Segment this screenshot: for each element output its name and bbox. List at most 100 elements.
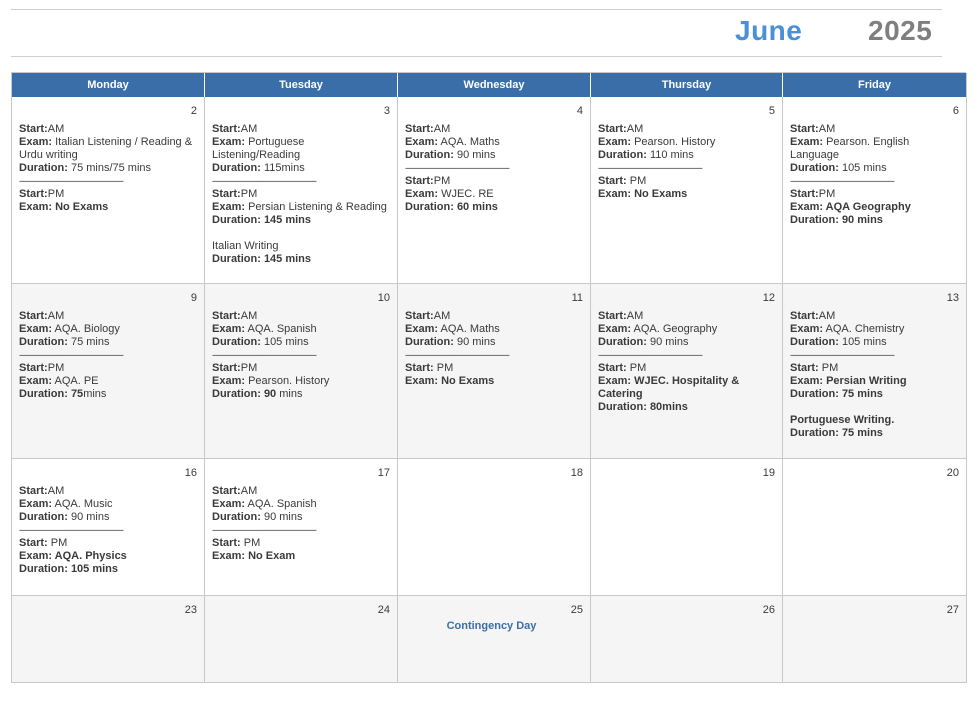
- day-cell-3[interactable]: 3 Start:AM Exam: Portuguese Listening/Read…: [205, 97, 398, 284]
- exam-detail-line: Duration: 90 mins: [212, 511, 303, 523]
- day-number: 9: [190, 292, 197, 304]
- exam-detail-line: Start: PM: [790, 362, 839, 374]
- day-cell-9[interactable]: 9 Start:AM Exam: AQA. Biology Duration: 75 …: [12, 284, 205, 459]
- exam-detail-line: Duration: 75mins: [19, 388, 107, 400]
- week-row: 23 24 25 Contingency Day 26 27: [12, 596, 967, 683]
- exam-detail-line: Start:AM: [212, 123, 258, 135]
- session-separator: ----------------------------------------…: [19, 350, 124, 360]
- day-cell-11[interactable]: 11 Start:AM Exam: AQA. Maths Duration: 90 m…: [398, 284, 591, 459]
- day-number: 25: [570, 604, 583, 616]
- day-cell-2[interactable]: 2 Start:AM Exam: Italian Listening / Readi…: [12, 97, 205, 284]
- exam-detail-line: Exam: Pearson. English Language: [790, 136, 910, 161]
- weekday-thursday: Thursday: [591, 73, 783, 97]
- day-number: 24: [377, 604, 390, 616]
- session-separator: ----------------------------------------…: [405, 163, 510, 173]
- day-cell-12[interactable]: 12 Start:AM Exam: AQA. Geography Duration: …: [591, 284, 783, 459]
- day-number: 12: [762, 292, 775, 304]
- exam-detail-line: Start:AM: [19, 485, 65, 497]
- day-number: 19: [762, 467, 775, 479]
- exam-detail-line: Start: PM: [212, 537, 261, 549]
- session-separator: ----------------------------------------…: [19, 176, 124, 186]
- day-cell-26[interactable]: 26: [591, 596, 783, 683]
- exam-detail-line: Start:AM: [212, 310, 258, 322]
- day-cell-17[interactable]: 17 Start:AM Exam: AQA. Spanish Duration: 90…: [205, 459, 398, 596]
- day-number: 17: [377, 467, 390, 479]
- day-number: 5: [768, 105, 775, 117]
- exam-detail-line: Duration: 105 mins: [212, 336, 309, 348]
- exam-detail-line: Start:PM: [790, 188, 836, 200]
- header-rule-top: [11, 9, 942, 10]
- day-number: 27: [946, 604, 959, 616]
- exam-detail-line: Start:AM: [19, 123, 65, 135]
- exam-detail-line: Start: PM: [598, 362, 647, 374]
- session-separator: ----------------------------------------…: [19, 525, 124, 535]
- exam-detail-line: Start: PM: [598, 175, 647, 187]
- exam-detail-line: Exam: AQA Geography: [790, 201, 911, 213]
- exam-detail-line: Duration: 60 mins: [405, 201, 498, 213]
- exam-detail-line: Exam: WJEC. RE: [405, 188, 494, 200]
- day-cell-4[interactable]: 4 Start:AM Exam: AQA. Maths Duration: 90 mi…: [398, 97, 591, 284]
- calendar-grid: Monday Tuesday Wednesday Thursday Friday…: [11, 72, 967, 683]
- exam-detail-line: Duration: 80mins: [598, 401, 688, 413]
- exam-detail-line: Exam: AQA. Music: [19, 498, 113, 510]
- contingency-day-label: Contingency Day: [446, 620, 537, 632]
- weekday-tuesday: Tuesday: [205, 73, 398, 97]
- exam-detail-line: Duration: 115mins: [212, 162, 305, 174]
- day-cell-10[interactable]: 10 Start:AM Exam: AQA. Spanish Duration: 10…: [205, 284, 398, 459]
- exam-detail-line: Exam: Persian Writing: [790, 375, 907, 387]
- day-cell-5[interactable]: 5 Start:AM Exam: Pearson. History Duration:…: [591, 97, 783, 284]
- exam-detail-line: Exam: AQA. Biology: [19, 323, 120, 335]
- week-row: 9 Start:AM Exam: AQA. Biology Duration: 75 …: [12, 284, 967, 459]
- exam-detail-line: Duration: 90 mins: [405, 149, 496, 161]
- exam-detail-line: Exam: AQA. Maths: [405, 323, 500, 335]
- exam-detail-line: Exam: No Exams: [19, 201, 109, 213]
- day-cell-18[interactable]: 18: [398, 459, 591, 596]
- session-separator: ----------------------------------------…: [598, 350, 703, 360]
- day-number: 20: [946, 467, 959, 479]
- exam-detail-line: Exam: Persian Listening & Reading: [212, 201, 387, 213]
- exam-detail-line: Exam: AQA. Physics: [19, 550, 127, 562]
- day-cell-27[interactable]: 27: [783, 596, 967, 683]
- exam-detail-line: Duration: 90 mins: [212, 388, 303, 400]
- weekday-friday: Friday: [783, 73, 967, 97]
- exam-detail-line: Exam: Italian Listening / Reading & Urdu…: [19, 136, 193, 161]
- exam-detail-line: Duration: 90 mins: [19, 511, 110, 523]
- exam-detail-line: Start:AM: [790, 310, 836, 322]
- month-title: June: [735, 15, 803, 46]
- weekday-monday: Monday: [12, 73, 205, 97]
- day-cell-13[interactable]: 13 Start:AM Exam: AQA. Chemistry Duration: …: [783, 284, 967, 459]
- exam-detail-line: Exam: AQA. Chemistry: [790, 323, 905, 335]
- exam-detail-line: Start:PM: [212, 188, 258, 200]
- exam-detail-line: Exam: AQA. Spanish: [212, 498, 317, 510]
- week-row: 2 Start:AM Exam: Italian Listening / Readi…: [12, 97, 967, 284]
- exam-detail-line: Start: PM: [405, 362, 454, 374]
- exam-detail-line: Start:PM: [405, 175, 451, 187]
- session-separator: ----------------------------------------…: [405, 350, 510, 360]
- day-cell-19[interactable]: 19: [591, 459, 783, 596]
- day-number: 2: [190, 105, 197, 117]
- day-cell-20[interactable]: 20: [783, 459, 967, 596]
- exam-detail-line: Exam: No Exams: [598, 188, 688, 200]
- day-number: 3: [383, 105, 390, 117]
- day-number: 26: [762, 604, 775, 616]
- day-cell-6[interactable]: 6 Start:AM Exam: Pearson. English Language…: [783, 97, 967, 284]
- day-cell-16[interactable]: 16 Start:AM Exam: AQA. Music Duration: 90 m…: [12, 459, 205, 596]
- exam-detail-line: Start:PM: [19, 188, 65, 200]
- exam-detail-line: Duration: 90 mins: [790, 214, 883, 226]
- exam-detail-line: Exam: Portuguese Listening/Reading: [212, 136, 305, 161]
- day-number: 11: [571, 292, 583, 304]
- day-number: 16: [184, 467, 197, 479]
- exam-detail-line: Start:AM: [212, 485, 258, 497]
- exam-detail-line: Start:AM: [598, 123, 644, 135]
- day-cell-25[interactable]: 25 Contingency Day: [398, 596, 591, 683]
- day-cell-24[interactable]: 24: [205, 596, 398, 683]
- exam-detail-line: Start: PM: [19, 537, 68, 549]
- weekday-header-row: Monday Tuesday Wednesday Thursday Friday: [12, 73, 967, 97]
- exam-detail-line: Start:AM: [790, 123, 836, 135]
- exam-detail-line: Duration: 75 mins: [790, 388, 883, 400]
- day-cell-23[interactable]: 23: [12, 596, 205, 683]
- calendar-weeks: 2 Start:AM Exam: Italian Listening / Readi…: [12, 97, 967, 683]
- exam-detail-line: Start:AM: [19, 310, 65, 322]
